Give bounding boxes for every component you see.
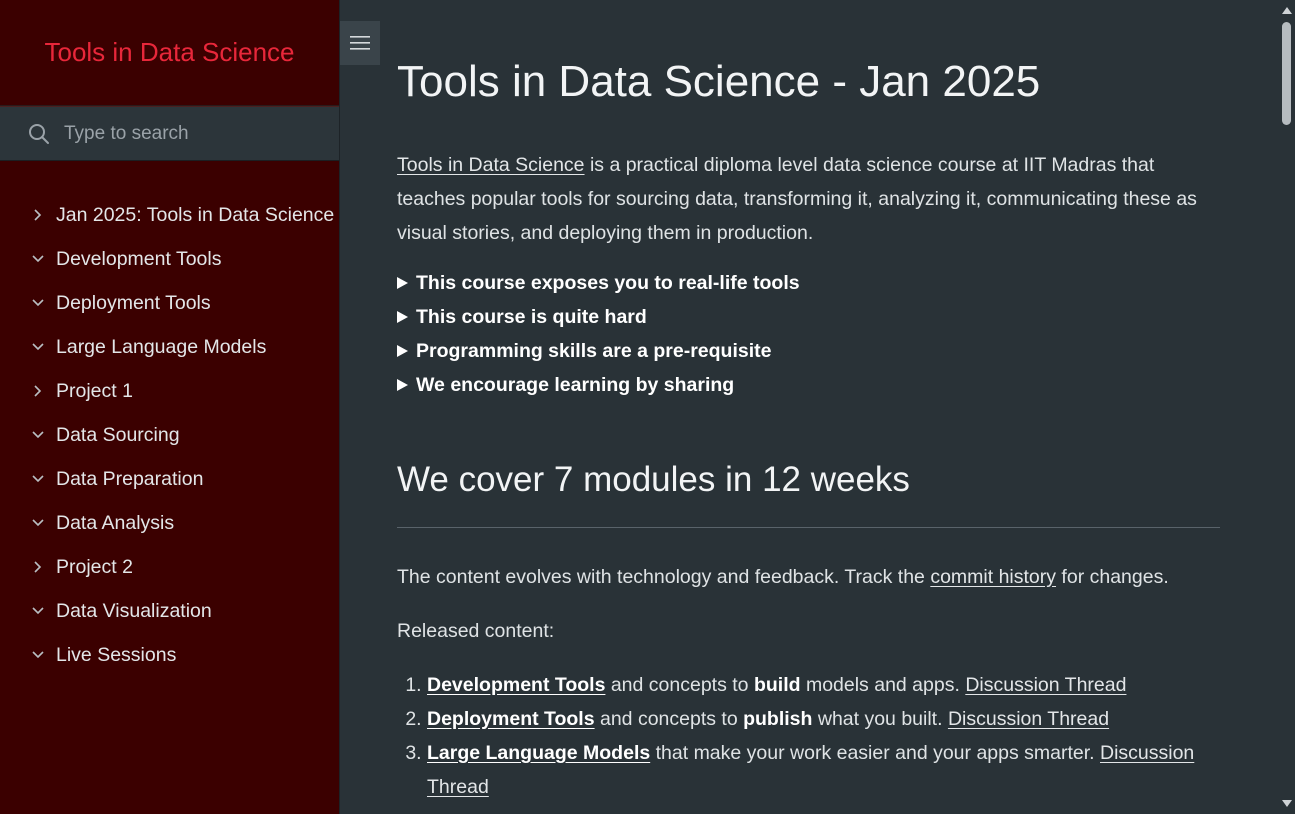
sidebar-item[interactable]: Project 2 <box>0 545 339 589</box>
chevron-right-icon[interactable] <box>31 560 45 574</box>
details-summary-label: Programming skills are a pre-requisite <box>416 339 772 362</box>
chevron-down-icon[interactable] <box>31 604 45 618</box>
released-bold-text: publish <box>743 708 813 730</box>
main-content: Tools in Data Science - Jan 2025 Tools i… <box>397 0 1220 804</box>
sidebar-nav: Jan 2025: Tools in Data Science Developme… <box>0 161 339 677</box>
sidebar-item[interactable]: Jan 2025: Tools in Data Science <box>0 193 339 237</box>
sidebar-item-label: Large Language Models <box>56 335 267 358</box>
sidebar-item[interactable]: Data Preparation <box>0 457 339 501</box>
chevron-down-icon[interactable] <box>31 472 45 486</box>
sidebar-item-label: Data Visualization <box>56 599 212 622</box>
sidebar-item[interactable]: Data Visualization <box>0 589 339 633</box>
chevron-down-icon[interactable] <box>31 648 45 662</box>
details-summary[interactable]: This course exposes you to real-life too… <box>397 266 1220 300</box>
module-link[interactable]: Development Tools <box>427 674 605 696</box>
details-summary-label: We encourage learning by sharing <box>416 373 735 396</box>
details-list: This course exposes you to real-life too… <box>397 266 1220 402</box>
released-text: that make your work easier and your apps… <box>650 742 1100 764</box>
search-input[interactable] <box>62 121 316 146</box>
details-summary[interactable]: We encourage learning by sharing <box>397 368 1220 402</box>
modules-heading: We cover 7 modules in 12 weeks <box>397 460 1220 528</box>
evolves-text-before: The content evolves with technology and … <box>397 566 931 588</box>
chevron-right-icon[interactable] <box>31 208 45 222</box>
scrollbar[interactable] <box>1278 0 1295 814</box>
chevron-down-icon[interactable] <box>31 428 45 442</box>
sidebar-item-label: Data Sourcing <box>56 423 180 446</box>
released-text: and concepts to <box>594 708 744 730</box>
released-list: Development Tools and concepts to build … <box>397 668 1220 804</box>
sidebar-item-label: Jan 2025: Tools in Data Science <box>56 203 335 226</box>
details-summary[interactable]: Programming skills are a pre-requisite <box>397 334 1220 368</box>
sidebar-item-label: Development Tools <box>56 247 222 270</box>
disclosure-triangle-icon <box>397 311 408 323</box>
released-text-after: models and apps. <box>800 674 966 696</box>
released-item: Deployment Tools and concepts to publish… <box>427 702 1220 736</box>
scroll-thumb[interactable] <box>1282 22 1291 125</box>
sidebar-item[interactable]: Project 1 <box>0 369 339 413</box>
chevron-down-icon[interactable] <box>31 516 45 530</box>
commit-history-link[interactable]: commit history <box>930 566 1056 588</box>
released-label: Released content: <box>397 620 555 642</box>
sidebar-item[interactable]: Data Analysis <box>0 501 339 545</box>
sidebar-item-label: Live Sessions <box>56 643 177 666</box>
intro-paragraph: Tools in Data Science is a practical dip… <box>397 148 1220 250</box>
chevron-right-icon[interactable] <box>31 384 45 398</box>
course-link[interactable]: Tools in Data Science <box>397 154 585 176</box>
sidebar-item-label: Data Analysis <box>56 511 175 534</box>
app-title[interactable]: Tools in Data Science <box>0 0 339 106</box>
disclosure-triangle-icon <box>397 379 408 391</box>
chevron-down-icon[interactable] <box>31 340 45 354</box>
sidebar-item[interactable]: Deployment Tools <box>0 281 339 325</box>
sidebar-item[interactable]: Development Tools <box>0 237 339 281</box>
sidebar-item-label: Deployment Tools <box>56 291 211 314</box>
chevron-down-icon[interactable] <box>31 296 45 310</box>
released-item: Large Language Models that make your wor… <box>427 736 1220 804</box>
sidebar-item-label: Data Preparation <box>56 467 204 490</box>
scroll-up-icon[interactable] <box>1282 7 1292 14</box>
sidebar-item-label: Project 1 <box>56 379 133 402</box>
sidebar-item[interactable]: Live Sessions <box>0 633 339 677</box>
sidebar-item-label: Project 2 <box>56 555 133 578</box>
module-link[interactable]: Large Language Models <box>427 742 650 764</box>
disclosure-triangle-icon <box>397 277 408 289</box>
module-link[interactable]: Deployment Tools <box>427 708 595 730</box>
menu-toggle-button[interactable] <box>340 21 380 65</box>
evolves-paragraph: The content evolves with technology and … <box>397 560 1220 594</box>
page-title: Tools in Data Science - Jan 2025 <box>397 57 1041 106</box>
details-summary[interactable]: This course is quite hard <box>397 300 1220 334</box>
hamburger-menu-icon <box>350 36 370 50</box>
released-text-after: what you built. <box>812 708 948 730</box>
details-summary-label: This course is quite hard <box>416 305 647 328</box>
sidebar-item[interactable]: Large Language Models <box>0 325 339 369</box>
search-icon <box>29 123 49 144</box>
released-bold-text: build <box>753 674 801 696</box>
released-item: Development Tools and concepts to build … <box>427 668 1220 702</box>
disclosure-triangle-icon <box>397 345 408 357</box>
discussion-thread-link[interactable]: Discussion Thread <box>948 708 1109 730</box>
details-summary-label: This course exposes you to real-life too… <box>416 271 800 294</box>
released-text: and concepts to <box>605 674 754 696</box>
scroll-down-icon[interactable] <box>1282 800 1292 807</box>
sidebar-item[interactable]: Data Sourcing <box>0 413 339 457</box>
search-bar <box>0 106 339 161</box>
evolves-text-after: for changes. <box>1056 566 1169 588</box>
chevron-down-icon[interactable] <box>31 252 45 266</box>
discussion-thread-link[interactable]: Discussion Thread <box>965 674 1126 696</box>
sidebar: Tools in Data Science Jan 2025: Tools in… <box>0 0 340 814</box>
